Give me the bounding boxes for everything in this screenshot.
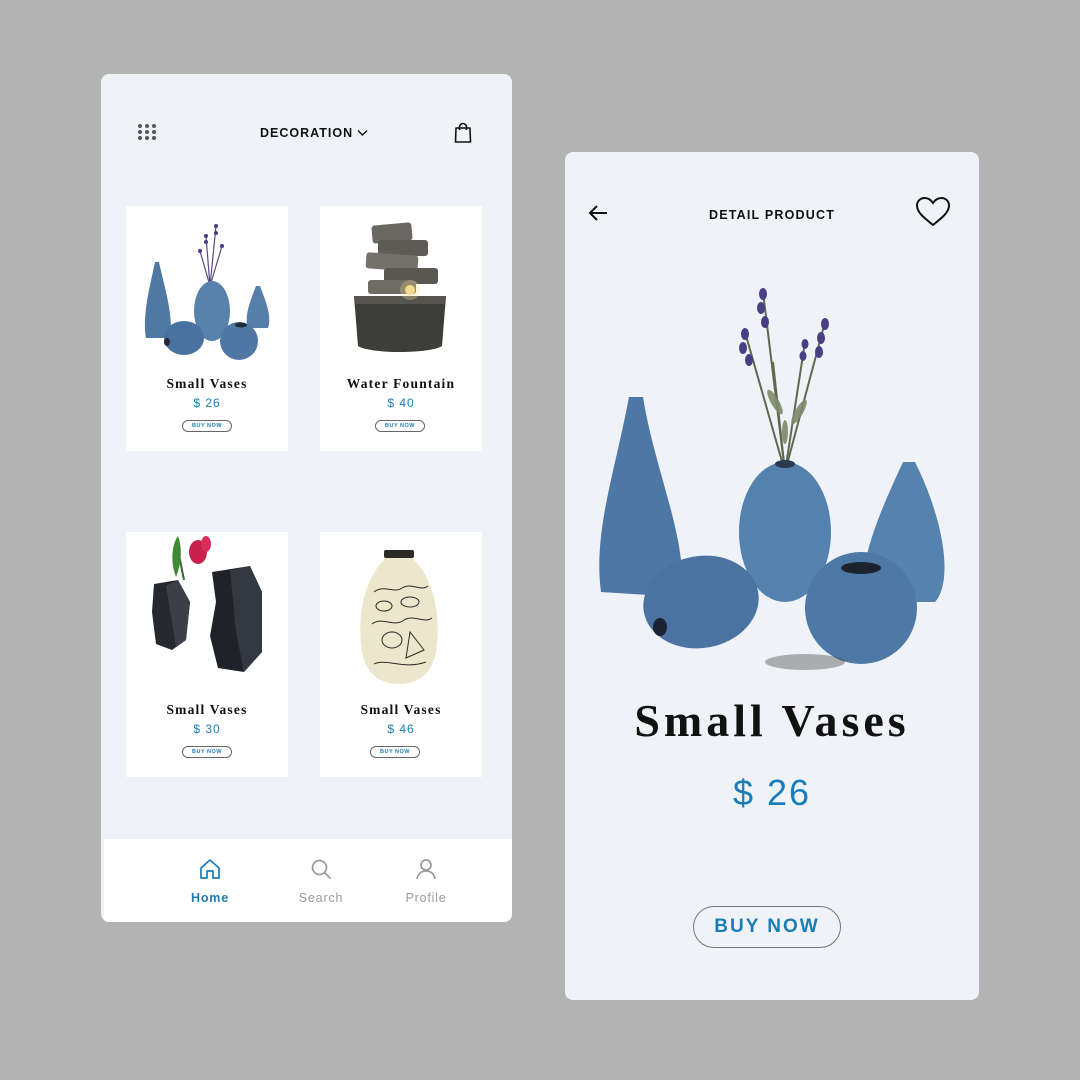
product-name: Small Vases [166,702,248,717]
user-icon [416,859,436,880]
nav-profile[interactable]: Profile [386,839,466,905]
product-name: Small Vases [634,695,910,746]
product-image-water-fountain [354,222,446,352]
product-image-blue-vases [144,224,270,360]
product-price: $ 40 [387,396,415,410]
product-image-cream-vase [360,550,438,684]
category-label: DECORATION [260,126,354,140]
product-name: Small Vases [166,376,248,391]
nav-profile-label: Profile [405,891,447,905]
product-price: $ 46 [387,722,415,736]
nav-search[interactable]: Search [281,839,361,905]
product-hero-image [599,288,945,670]
product-price: $ 30 [193,722,221,736]
product-card[interactable]: Small Vases $ 26 BUY NOW [126,206,288,451]
product-price: $ 26 [732,772,812,813]
home-icon [200,859,220,879]
buy-now-button[interactable]: BUY NOW [370,746,420,758]
search-icon [311,859,331,879]
chevron-down-icon [357,130,368,136]
nav-home-label: Home [191,891,229,905]
shopping-bag-icon[interactable] [453,122,473,144]
buy-now-button[interactable]: BUY NOW [182,420,232,432]
product-card[interactable]: Water Fountain $ 40 BUY NOW [320,206,482,451]
product-image-black-vases [152,536,262,672]
nav-search-label: Search [298,891,344,905]
product-name: Small Vases [360,702,442,717]
grid-menu-icon[interactable] [138,124,158,142]
buy-now-button[interactable]: BUY NOW [182,746,232,758]
home-screen: DECORATION Small Vases $ 26 BUY NOW Wate… [101,74,512,922]
category-dropdown[interactable]: DECORATION [260,126,368,140]
product-card[interactable]: Small Vases $ 30 BUY NOW [126,532,288,777]
buy-now-button[interactable]: BUY NOW [693,906,841,948]
bottom-navigation: Home Search Profile [104,839,512,922]
nav-home[interactable]: Home [170,839,250,905]
heart-icon[interactable] [915,196,951,228]
product-price: $ 26 [193,396,221,410]
product-name: Water Fountain [346,376,456,391]
detail-screen: DETAIL PRODUCT Small Vases $ 26 BUY NOW [565,152,979,1000]
product-card[interactable]: Small Vases $ 46 BUY NOW [320,532,482,777]
buy-now-button[interactable]: BUY NOW [375,420,425,432]
